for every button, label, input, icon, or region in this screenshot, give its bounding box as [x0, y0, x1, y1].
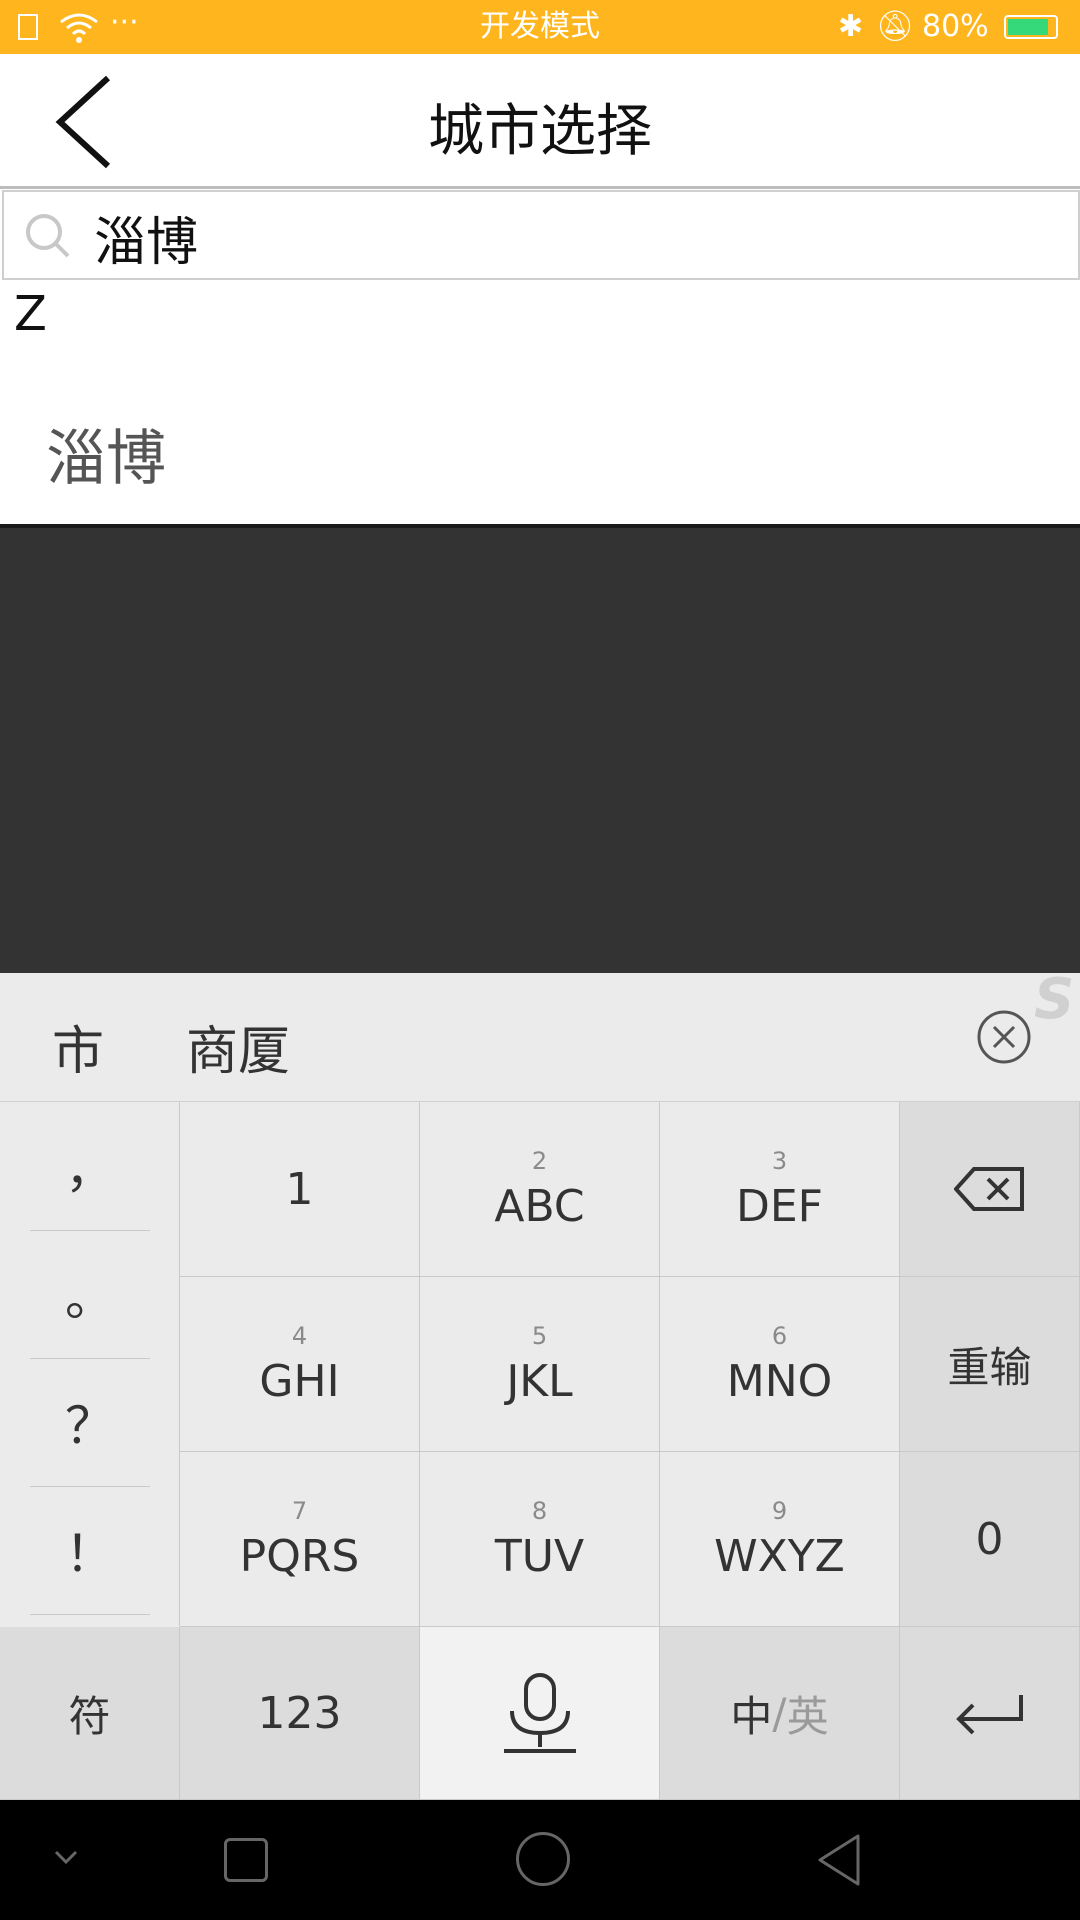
key-1[interactable]: 1: [180, 1102, 420, 1277]
symbols-key[interactable]: 符: [0, 1627, 180, 1800]
recent-apps-icon[interactable]: [224, 1838, 268, 1882]
punct-question[interactable]: ？: [30, 1358, 150, 1487]
reinput-key[interactable]: 重输: [900, 1277, 1080, 1452]
divider: [0, 186, 1080, 189]
key-pqrs[interactable]: 7 PQRS: [180, 1452, 420, 1627]
backspace-key[interactable]: [900, 1102, 1080, 1277]
keyboard: ， 。 ？ ！ 1 2 ABC 3 DEF 4 GHI 5 JKL 6 MNO …: [0, 1102, 1080, 1800]
microphone-icon: [503, 1673, 576, 1753]
home-icon[interactable]: [516, 1832, 570, 1886]
backspace-icon: [953, 1167, 1024, 1211]
punct-exclaim[interactable]: ！: [30, 1486, 150, 1615]
list-item[interactable]: 淄博: [0, 380, 1080, 525]
candidate-word[interactable]: 商厦: [186, 1009, 290, 1084]
section-header: Z: [14, 286, 47, 342]
bell-off-icon: 🔕︎: [876, 9, 915, 44]
navigation-bar: [0, 1800, 1080, 1920]
enter-key[interactable]: [900, 1627, 1080, 1800]
header: 城市选择: [0, 54, 1080, 188]
bluetooth-icon: ✱: [838, 9, 864, 44]
punct-period[interactable]: 。: [30, 1230, 150, 1359]
key-jkl[interactable]: 5 JKL: [420, 1277, 660, 1452]
key-abc[interactable]: 2 ABC: [420, 1102, 660, 1277]
status-bar: ··· 开发模式 ✱ 🔕︎ 80%: [0, 0, 1080, 54]
ime-logo-icon: S: [1034, 967, 1075, 1032]
numbers-key[interactable]: 123: [180, 1627, 420, 1800]
close-candidates-icon[interactable]: [976, 1009, 1032, 1065]
voice-input-key[interactable]: [420, 1627, 660, 1800]
key-def[interactable]: 3 DEF: [660, 1102, 900, 1277]
search-icon: [26, 214, 70, 258]
hide-keyboard-icon[interactable]: [52, 1848, 80, 1868]
key-wxyz[interactable]: 9 WXYZ: [660, 1452, 900, 1627]
search-field[interactable]: 淄博: [2, 190, 1080, 280]
city-name: 淄博: [46, 424, 166, 494]
enter-icon: [955, 1695, 1023, 1735]
key-tuv[interactable]: 8 TUV: [420, 1452, 660, 1627]
dim-overlay[interactable]: [0, 528, 1080, 973]
key-mno[interactable]: 6 MNO: [660, 1277, 900, 1452]
search-input[interactable]: 淄博: [94, 200, 198, 275]
key-ghi[interactable]: 4 GHI: [180, 1277, 420, 1452]
punct-comma[interactable]: ，: [30, 1102, 150, 1231]
candidate-bar: 市 商厦 S: [0, 967, 1080, 1102]
key-0[interactable]: 0: [900, 1452, 1080, 1627]
status-mode: 开发模式: [480, 9, 600, 44]
language-switch-key[interactable]: 中 / 英: [660, 1627, 900, 1800]
punctuation-column: ， 。 ？ ！: [0, 1102, 180, 1626]
back-icon[interactable]: [814, 1832, 864, 1888]
candidate-word[interactable]: 市: [52, 1009, 104, 1084]
battery-icon: [1004, 15, 1058, 39]
page-title: 城市选择: [428, 99, 652, 164]
battery-percent: 80%: [922, 9, 989, 44]
